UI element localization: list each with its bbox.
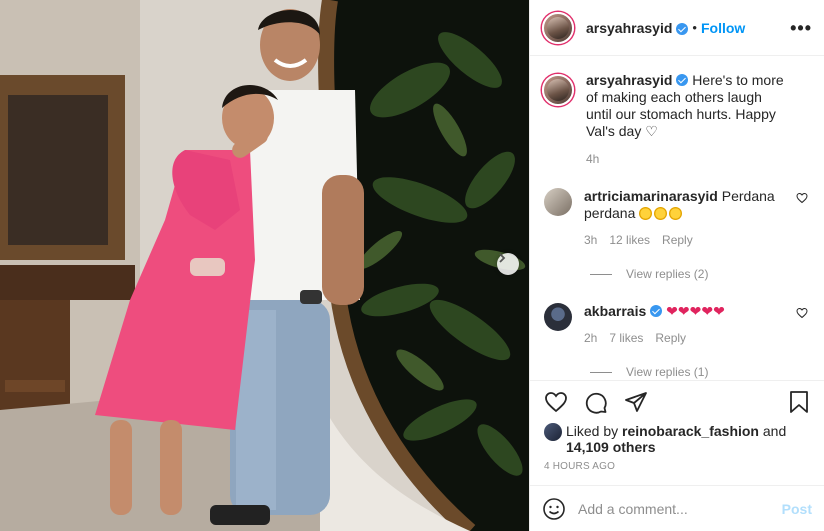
comment-likes[interactable]: 12 likes xyxy=(609,232,650,249)
comment-likes[interactable]: 7 likes xyxy=(609,330,643,347)
comment-body: artriciamarinarasyid Perdana perdana 3h … xyxy=(584,188,789,249)
reply-button[interactable]: Reply xyxy=(655,330,686,347)
comment-meta: 2h 7 likes Reply xyxy=(584,330,789,347)
sun-emoji-icon xyxy=(639,205,684,221)
view-replies-button[interactable]: View replies (2) xyxy=(590,267,812,281)
separator-dot: • xyxy=(692,20,697,35)
commenter-avatar[interactable] xyxy=(544,188,572,216)
post-header: arsyahrasyid • Follow ••• xyxy=(530,0,824,56)
comment-text: ❤❤❤❤❤ xyxy=(666,303,725,319)
view-replies-button[interactable]: View replies (1) xyxy=(590,365,812,379)
likes-summary: Liked by reinobarack_fashion and 14,109 … xyxy=(530,423,824,455)
comment-time: 2h xyxy=(584,331,598,345)
caption-avatar[interactable] xyxy=(542,74,574,106)
caption-time: 4h xyxy=(586,152,600,166)
verified-badge-icon xyxy=(650,305,663,317)
comment-username[interactable]: artriciamarinarasyid xyxy=(584,188,718,204)
post-detail-panel: arsyahrasyid • Follow ••• arsyahrasyid H… xyxy=(529,0,824,531)
verified-badge-icon xyxy=(676,22,689,35)
comment-item: artriciamarinarasyid Perdana perdana 3h … xyxy=(542,188,812,249)
comments-section[interactable]: arsyahrasyid Here's to more of making ea… xyxy=(530,56,824,381)
likes-count[interactable]: 14,109 others xyxy=(566,439,656,455)
author-avatar[interactable] xyxy=(542,11,574,44)
chevron-right-icon xyxy=(499,253,506,263)
add-comment-input[interactable] xyxy=(578,500,782,517)
commenter-avatar[interactable] xyxy=(544,303,572,331)
comment-bubble-icon[interactable] xyxy=(584,390,608,414)
caption-username[interactable]: arsyahrasyid xyxy=(586,72,672,88)
post-actions xyxy=(530,381,824,423)
post-comment-button[interactable]: Post xyxy=(782,501,812,517)
like-comment-heart-icon[interactable] xyxy=(796,192,808,207)
author-username[interactable]: arsyahrasyid xyxy=(586,20,672,36)
post-timestamp[interactable]: 4 HOURS AGO xyxy=(530,455,824,472)
caption-body: arsyahrasyid Here's to more of making ea… xyxy=(586,72,791,140)
comment-time: 3h xyxy=(584,233,598,247)
add-comment-bar: Post xyxy=(530,485,824,531)
reply-button[interactable]: Reply xyxy=(662,232,693,249)
verified-badge-icon xyxy=(676,74,689,86)
liked-by-user[interactable]: reinobarack_fashion xyxy=(622,423,759,439)
comment-username[interactable]: akbarrais xyxy=(584,303,646,319)
comment-item: akbarrais ❤❤❤❤❤ 2h 7 likes Reply xyxy=(542,303,812,347)
like-heart-icon[interactable] xyxy=(544,390,568,414)
next-photo-button[interactable] xyxy=(497,253,519,275)
share-send-icon[interactable] xyxy=(624,390,648,414)
post-photo[interactable] xyxy=(0,0,529,531)
bookmark-save-icon[interactable] xyxy=(788,390,810,414)
photo-illustration xyxy=(0,0,529,531)
emoji-smiley-icon[interactable] xyxy=(542,497,566,521)
like-comment-heart-icon[interactable] xyxy=(796,307,808,322)
liked-by-label: Liked by xyxy=(566,423,619,439)
liker-avatar[interactable] xyxy=(544,423,562,441)
follow-button[interactable]: Follow xyxy=(701,20,745,36)
caption: arsyahrasyid Here's to more of making ea… xyxy=(542,72,812,140)
more-options-icon[interactable]: ••• xyxy=(790,19,812,37)
comment-meta: 3h 12 likes Reply xyxy=(584,232,789,249)
liked-and-label: and xyxy=(762,423,787,439)
comment-body: akbarrais ❤❤❤❤❤ 2h 7 likes Reply xyxy=(584,303,789,347)
